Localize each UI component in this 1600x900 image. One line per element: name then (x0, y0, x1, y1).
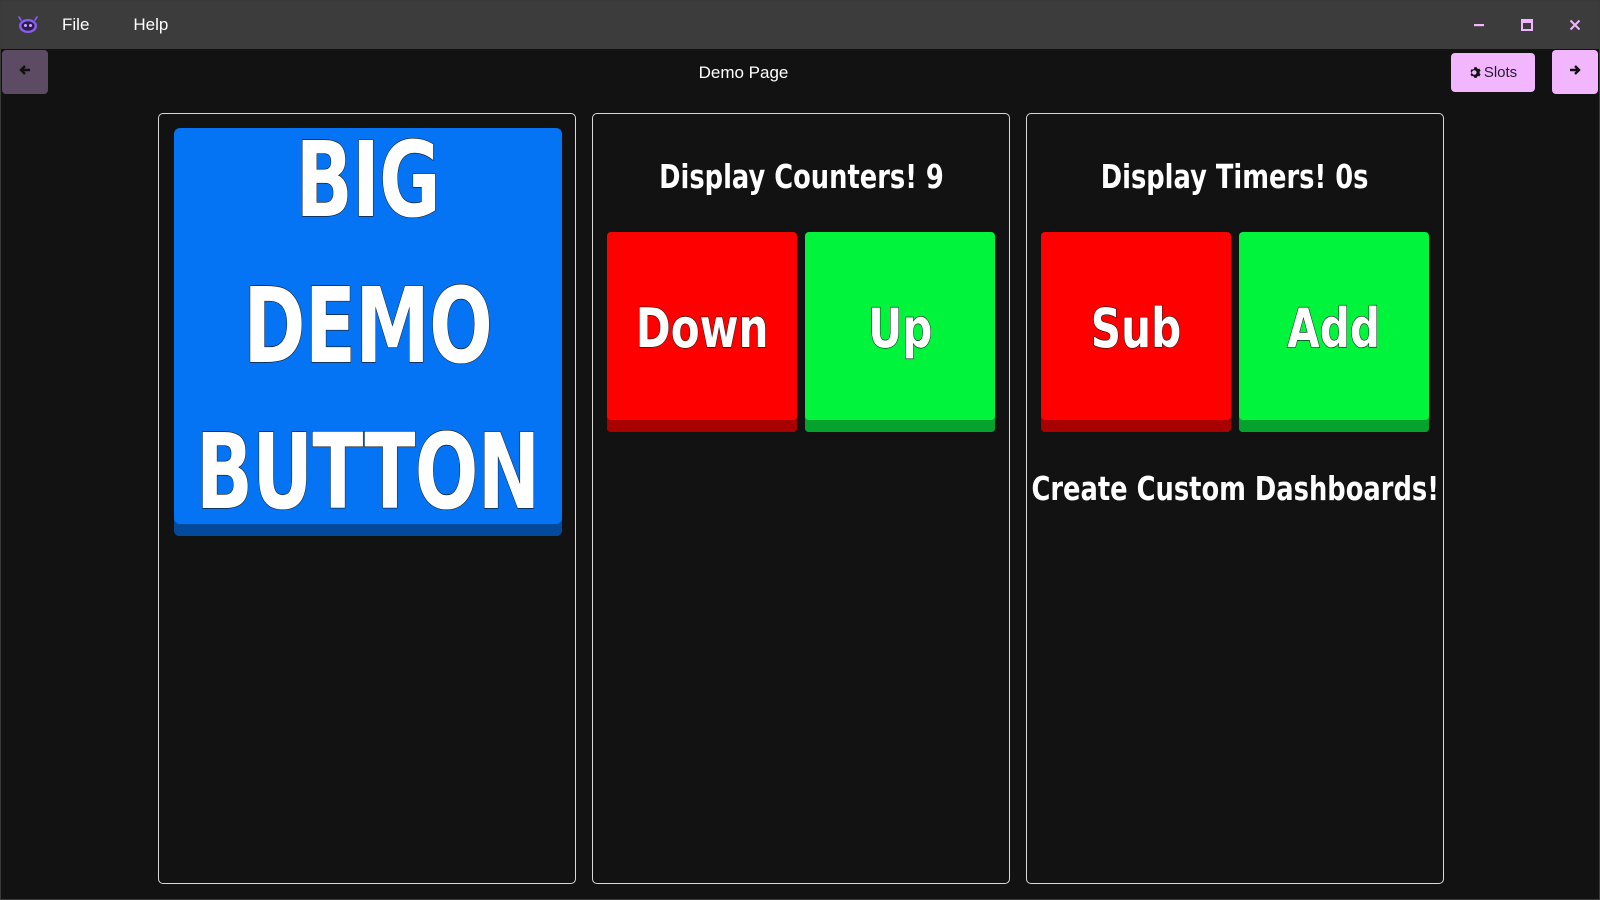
window-controls (1455, 1, 1599, 49)
slots-button[interactable]: Slots (1451, 53, 1535, 92)
panel-timers: Display Timers! 0s Sub Add Create Custom… (1026, 113, 1444, 884)
big-button-line-1: BIG (295, 118, 441, 241)
big-demo-button[interactable]: BIG DEMO BUTTON (174, 118, 562, 536)
forward-button[interactable] (1552, 50, 1598, 94)
sub-button[interactable]: Sub (1041, 232, 1231, 432)
panel-big-button: BIG DEMO BUTTON (158, 113, 576, 884)
custom-dashboards-text: Create Custom Dashboards! (1031, 468, 1439, 508)
menu-file[interactable]: File (48, 11, 103, 39)
add-button[interactable]: Add (1239, 232, 1429, 432)
down-button[interactable]: Down (607, 232, 797, 432)
timer-heading: Display Timers! 0s (1027, 154, 1443, 198)
counter-heading-text: Display Counters! 9 (658, 156, 944, 196)
maximize-icon[interactable] (1503, 1, 1551, 49)
page-header: Demo Page Slots (1, 49, 1599, 97)
custom-dashboards-heading: Create Custom Dashboards! (1027, 466, 1443, 510)
close-icon[interactable] (1551, 1, 1599, 49)
up-label: Up (867, 296, 933, 360)
sub-label: Sub (1090, 296, 1182, 360)
panel-counters: Display Counters! 9 Down Up (592, 113, 1010, 884)
down-label: Down (635, 296, 769, 360)
gear-icon (1469, 66, 1482, 79)
app-logo-icon (14, 11, 42, 39)
title-bar: File Help (1, 1, 1599, 49)
app-window: File Help Demo Page Slots BIG DEMO BUTTO… (0, 0, 1600, 900)
arrow-right-icon (1569, 63, 1581, 81)
minimize-icon[interactable] (1455, 1, 1503, 49)
big-button-line-3: BUTTON (196, 410, 541, 533)
big-button-line-2: DEMO (243, 264, 493, 387)
timer-heading-text: Display Timers! 0s (1101, 156, 1370, 196)
up-button[interactable]: Up (805, 232, 995, 432)
counter-heading: Display Counters! 9 (593, 154, 1009, 198)
page-title: Demo Page (698, 63, 789, 82)
menu-help[interactable]: Help (119, 11, 182, 39)
add-label: Add (1287, 296, 1381, 360)
slots-label: Slots (1483, 64, 1518, 81)
